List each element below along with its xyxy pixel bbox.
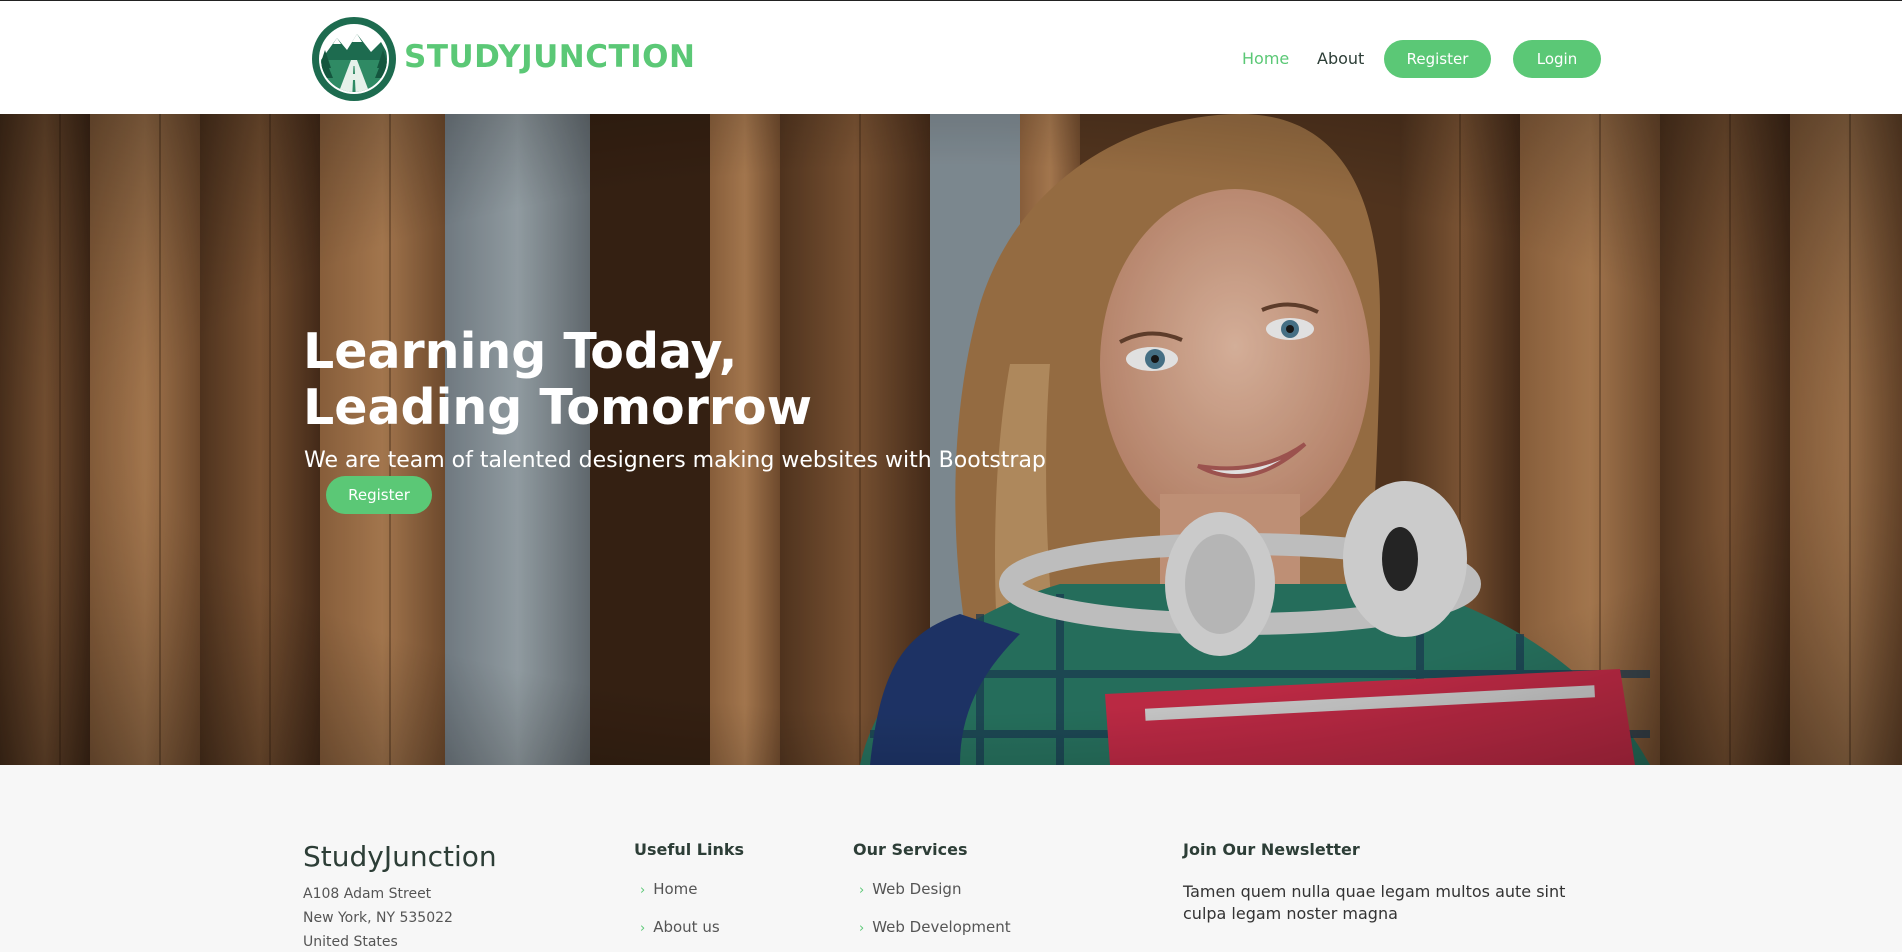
footer-link-about[interactable]: › About us — [640, 918, 720, 936]
hero-title-line-1: Learning Today, — [303, 323, 738, 380]
footer-link-label: Web Development — [872, 918, 1011, 936]
footer-address-line: A108 Adam Street — [303, 886, 432, 902]
footer-brand: StudyJunction — [303, 840, 497, 873]
hero-subtitle: We are team of talented designers making… — [304, 448, 1046, 473]
studyjunction-logo[interactable] — [311, 16, 397, 102]
footer-link-web-development[interactable]: › Web Development — [859, 918, 1011, 936]
chevron-right-icon: › — [640, 883, 646, 898]
register-button[interactable]: Register — [1384, 40, 1491, 78]
chevron-right-icon: › — [640, 921, 646, 936]
footer-link-label: Home — [653, 880, 698, 898]
footer-link-home[interactable]: › Home — [640, 880, 698, 898]
useful-links-heading: Useful Links — [634, 840, 745, 859]
brand-name[interactable]: STUDYJUNCTION — [404, 39, 695, 75]
login-button[interactable]: Login — [1513, 40, 1601, 78]
site-footer: StudyJunction A108 Adam Street New York,… — [0, 765, 1902, 952]
newsletter-heading: Join Our Newsletter — [1183, 840, 1360, 859]
newsletter-text: Tamen quem nulla quae legam multos aute … — [1183, 882, 1566, 923]
footer-address-line: New York, NY 535022 — [303, 910, 453, 926]
footer-address-line: United States — [303, 934, 398, 950]
footer-link-label: About us — [653, 918, 720, 936]
hero-title-line-2: Leading Tomorrow — [303, 379, 812, 436]
footer-link-label: Web Design — [872, 880, 962, 898]
hero-title: Learning Today, Leading Tomorrow — [303, 324, 812, 436]
footer-link-web-design[interactable]: › Web Design — [859, 880, 961, 898]
services-heading: Our Services — [853, 840, 968, 859]
nav-about[interactable]: About — [1317, 49, 1364, 68]
site-header: STUDYJUNCTION Home About Register Login — [0, 1, 1902, 114]
hero-section: Learning Today, Leading Tomorrow We are … — [0, 114, 1902, 765]
chevron-right-icon: › — [859, 883, 865, 898]
hero-background-image — [0, 114, 1902, 765]
hero-register-button[interactable]: Register — [326, 476, 432, 514]
chevron-right-icon: › — [859, 921, 865, 936]
nav-home[interactable]: Home — [1242, 49, 1289, 68]
